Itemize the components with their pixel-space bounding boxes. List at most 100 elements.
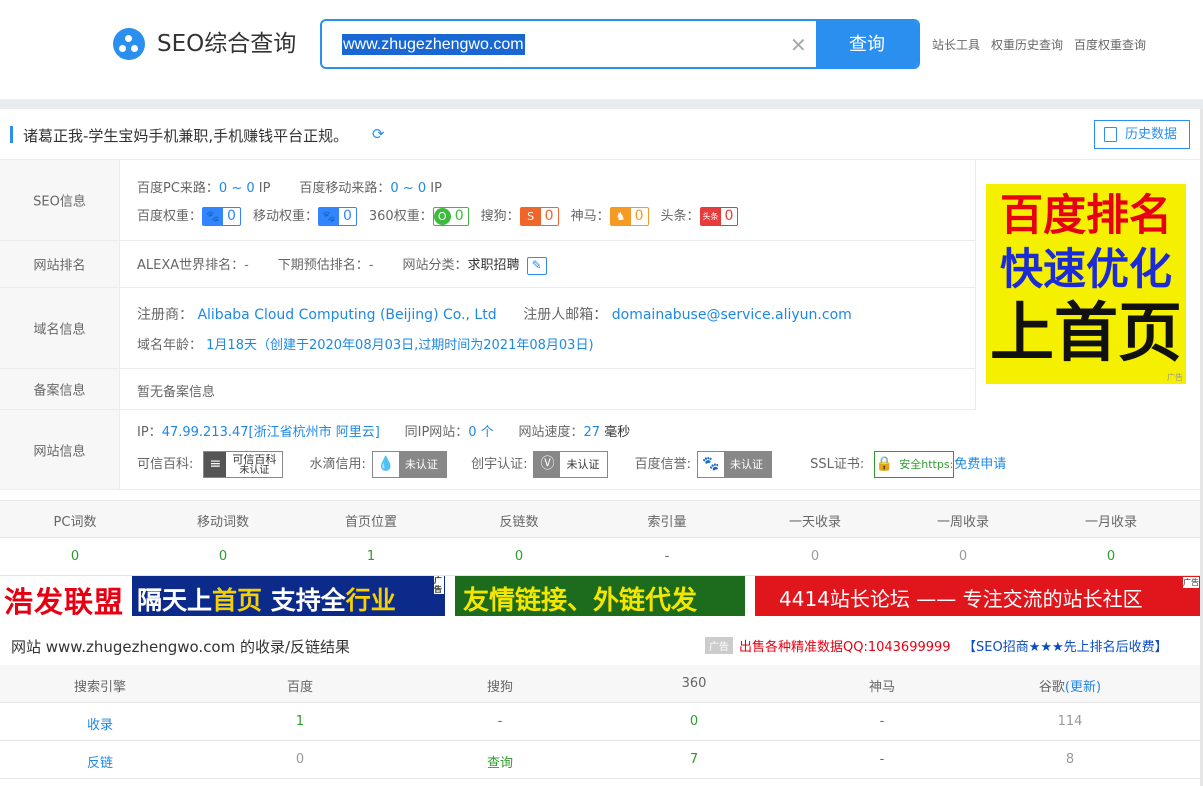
ssl-apply-link[interactable]: 免费申请 [954,457,1006,472]
row-label: SEO信息 [0,160,120,240]
header-links: 站长工具 权重历史查询 百度权重查询 [932,36,1157,53]
stats-table: PC词数 移动词数 首页位置 反链数 索引量 一天收录 一周收录 一月收录 0 … [0,500,1200,576]
certs-line: 可信百科: ≡ 可信百科 未认证 水滴信用: 💧 未认证 创宇认证: Ⓥ 未认证 百度信誉: 🐾… [137,451,1007,478]
link-webmaster-tools[interactable]: 站长工具 [932,38,980,52]
kexin-badge[interactable]: ≡ 可信百科 未认证 [203,451,284,478]
domain-row: 域名信息 注册商： Alibaba Cloud Computing (Beiji… [0,288,976,369]
search-button[interactable]: 查询 [816,21,918,67]
shuidi-badge[interactable]: 💧 未认证 [371,451,447,478]
seo-promo-link[interactable]: 【SEO招商★★★先上排名后收费】 [963,636,1168,655]
mobile-weight-badge[interactable]: 🐾 0 [317,207,357,226]
360-weight-badge[interactable]: O0 [432,207,469,226]
ad-banner-forum[interactable]: 4414站长论坛 —— 专注交流的站长社区 广告 [755,576,1200,616]
stat-day: 0 [810,549,820,564]
shenma-weight-badge[interactable]: ♞ 0 [609,207,649,226]
cell-sogou-query[interactable]: 查询 [400,752,600,771]
stats-header-cell: 首页位置 [344,515,397,530]
stat-pc-words[interactable]: 0 [1,549,149,564]
chuangyu-badge[interactable]: Ⓥ 未认证 [533,451,609,478]
seo-info-row: SEO信息 百度PC来路：0 ~ 0 IP 百度移动来路：0 ~ 0 IP 百度… [0,160,976,241]
site-title-row: 诸葛正我-学生宝妈手机兼职,手机赚钱平台正规。 ⟳ 历史数据 [0,109,1200,160]
registrar-line: 注册商： Alibaba Cloud Computing (Beijing) C… [137,307,852,323]
ad-divider [975,160,976,410]
toutiao-icon: 头条 [700,208,721,225]
col-engine: 搜索引擎 [73,680,126,695]
domain-age-line: 域名年龄： 1月18天（创建于2020年08月03日,过期时间为2021年08月… [137,338,594,353]
weights-line: 百度权重： 🐾 0 移动权重： 🐾 0 360权重： O 0 搜狗： S 0 神马： ♞ 0 头条： 头条 0 [137,205,750,226]
rank-line: ALEXA世界排名：- 下期预估排名：- 网站分类：求职招聘 ✎ [137,254,547,275]
ad-line-2: 快速优化 [1000,245,1172,295]
row-label: 备案信息 [0,369,120,409]
row-label: 网站信息 [0,410,120,489]
toutiao-weight-badge[interactable]: 头条 0 [699,207,739,226]
web-info-row: 网站信息 IP：47.99.213.47[浙江省杭州市 阿里云] 同IP网站：0… [0,410,1200,490]
row-name-indexed: 收录 [86,718,113,733]
mobile-traffic-value: 0 ~ 0 [390,181,427,196]
water-drop-icon: 💧 [372,452,399,477]
baidu-icon: 🐾 [203,208,224,225]
baidu-weight-badge[interactable]: 🐾 0 [202,207,241,226]
document-icon [1104,127,1117,142]
ssl-badge[interactable]: 🔒 安全https: [874,451,955,478]
edit-icon[interactable]: ✎ [526,256,547,275]
rank-row: 网站排名 ALEXA世界排名：- 下期预估排名：- 网站分类：求职招聘 ✎ [0,241,976,288]
cell-360[interactable]: 0 [594,714,794,729]
cell-google: 8 [1065,752,1075,767]
clear-icon[interactable]: ✕ [790,34,807,56]
stats-header-cell: 一天收录 [788,515,841,530]
ad-banner-haofa[interactable]: 浩发联盟 隔天上首页 支持全行业 广告 [0,576,445,616]
app-title: SEO综合查询 [157,31,297,57]
col-baidu: 百度 [286,680,313,695]
ip-link[interactable]: 47.99.213.47[浙江省杭州市 阿里云] [162,425,380,440]
registrar-link[interactable]: Alibaba Cloud Computing (Beijing) Co., L… [197,307,496,323]
ip-line: IP：47.99.213.47[浙江省杭州市 阿里云] 同IP网站：0 个 网站… [137,425,631,440]
kexin-icon: ≡ [204,452,227,477]
results-title: 网站 www.zhugezhengwo.com 的收录/反链结果 [11,638,351,656]
ad-tag: 广告 [705,637,733,654]
row-label: 网站排名 [0,241,120,287]
col-360: 360 [681,676,707,691]
stats-header-cell: 一周收录 [936,515,989,530]
title-accent-bar [10,126,13,143]
beian-value[interactable]: 暂无备案信息 [137,381,215,400]
link-weight-history[interactable]: 权重历史查询 [991,38,1063,52]
stats-header-cell: 一月收录 [1084,515,1137,530]
category-value: 求职招聘 [467,258,520,273]
table-row: 反链 0 查询 7 - 8 [0,741,1200,779]
link-baidu-weight[interactable]: 百度权重查询 [1074,38,1146,52]
stats-header-cell: 移动词数 [196,515,249,530]
stat-mobile-words[interactable]: 0 [149,549,297,564]
header: SEO综合查询 www.zhugezhengwo.com ✕ 查询 站长工具 权重… [0,0,1203,100]
row-name-backlinks: 反链 [86,756,113,771]
email-link[interactable]: domainabuse@service.aliyun.com [612,307,852,323]
cell-baidu[interactable]: 1 [200,714,400,729]
360-icon: O [433,208,451,225]
stat-home-position[interactable]: 1 [297,549,445,564]
traffic-line: 百度PC来路：0 ~ 0 IP 百度移动来路：0 ~ 0 IP [137,181,442,196]
header-divider [0,100,1203,109]
v-icon: Ⓥ [534,452,561,477]
stats-header-cell: PC词数 [53,515,97,530]
ad-tag: 广告 [1167,373,1183,382]
baidu-credit-badge[interactable]: 🐾 未认证 [696,451,772,478]
col-sogou: 搜狗 [486,680,513,695]
stat-backlinks[interactable]: 0 [445,549,593,564]
lock-icon: 🔒 [875,452,894,477]
beian-row: 备案信息 暂无备案信息 [0,369,976,410]
cell-google: 114 [1057,714,1083,729]
cell-360[interactable]: 7 [594,752,794,767]
history-data-button[interactable]: 历史数据 [1094,120,1190,149]
cell-sogou: - [497,714,503,729]
results-header-row: 搜索引擎 百度 搜狗 360 神马 谷歌(更新) [0,665,1200,703]
google-update-link[interactable]: (更新) [1065,680,1101,695]
sogou-weight-badge[interactable]: S0 [519,207,559,226]
ad-banner-square[interactable]: 百度排名 快速优化 上首页 广告 [986,184,1186,384]
pc-traffic-value: 0 ~ 0 [218,181,255,196]
ad-banner-links[interactable]: 友情链接、外链代发 [455,576,745,616]
search-input[interactable]: www.zhugezhengwo.com [342,34,525,55]
stat-month[interactable]: 0 [1037,549,1185,564]
refresh-icon[interactable]: ⟳ [372,125,385,143]
stat-week: 0 [958,549,968,564]
data-sale-ad[interactable]: 出售各种精准数据QQ:1043699999 [739,636,951,655]
baidu-icon: 🐾 [697,452,724,477]
